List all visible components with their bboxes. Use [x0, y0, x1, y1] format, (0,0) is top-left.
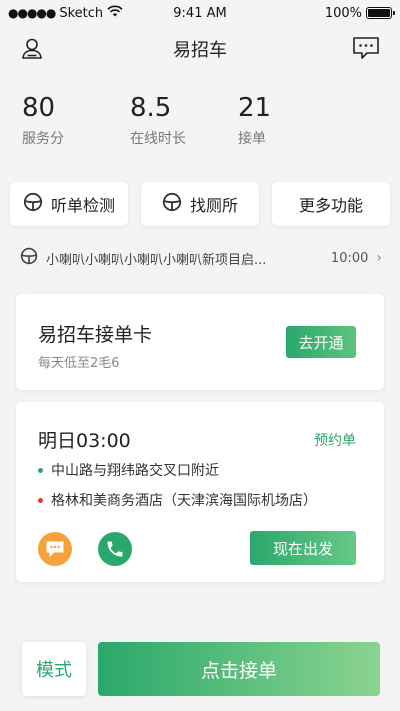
status-right: 100% [324, 5, 395, 21]
stat-label: 在线时长 [130, 131, 186, 147]
order-type-badge: 预约单 [314, 433, 356, 449]
reservation-order-card: 明日03:00 预约单 中山路与翔纬路交叉口附近 格林和美商务酒店（天津滨海国际… [16, 402, 384, 582]
order-time: 明日03:00 [38, 430, 131, 452]
battery-icon [366, 7, 395, 19]
find-toilet-button[interactable]: 找厕所 [141, 182, 259, 226]
dropoff-dot-icon [38, 497, 43, 503]
call-button[interactable] [98, 532, 132, 566]
status-bar: ●●●●● Sketch 9:41 AM 100% [0, 0, 400, 26]
button-label: 更多功能 [298, 196, 363, 215]
stat-service-score: 80 服务分 [22, 92, 130, 148]
quick-actions: 听单检测 找厕所 更多功能 [10, 182, 390, 226]
pickup-dot-icon [38, 467, 43, 473]
chevron-right-icon: › [376, 250, 382, 266]
promo-subtitle: 每天低至2毛6 [38, 356, 120, 371]
notice-text: 小喇叭小喇叭小喇叭小喇叭新项目启... [46, 252, 267, 268]
more-features-button[interactable]: 更多功能 [272, 182, 390, 226]
carrier-name: Sketch [59, 5, 104, 21]
listen-check-button[interactable]: 听单检测 [10, 182, 128, 226]
wifi-icon [107, 5, 123, 21]
mode-button[interactable]: 模式 [22, 642, 86, 696]
pickup-address: 中山路与翔纬路交叉口附近 [38, 460, 219, 480]
button-label: 听单检测 [50, 196, 115, 215]
status-left: ●●●●● Sketch [8, 5, 123, 21]
notice-time: 10:00 [330, 250, 369, 266]
stat-orders: 21 接单 [238, 92, 346, 148]
stat-value: 80 [22, 93, 56, 123]
order-card-promo: 易招车接单卡 每天低至2毛6 去开通 [16, 294, 384, 390]
stat-value: 21 [238, 93, 272, 123]
stat-value: 8.5 [130, 93, 172, 123]
take-order-button[interactable]: 点击接单 [98, 642, 380, 696]
stat-online-hours: 8.5 在线时长 [130, 92, 238, 148]
chat-button[interactable] [38, 532, 72, 566]
depart-now-button[interactable]: 现在出发 [250, 531, 356, 565]
activate-button[interactable]: 去开通 [286, 326, 356, 358]
signal-dots: ●●●●● [8, 6, 56, 20]
stat-label: 接单 [238, 131, 266, 147]
button-label: 找厕所 [189, 196, 238, 215]
stat-label: 服务分 [22, 131, 64, 147]
steering-wheel-icon [23, 192, 43, 216]
dropoff-address: 格林和美商务酒店（天津滨海国际机场店） [38, 490, 317, 510]
phone-icon [107, 541, 123, 557]
message-icon[interactable] [352, 34, 380, 62]
pickup-text: 中山路与翔纬路交叉口附近 [51, 463, 219, 479]
steering-wheel-icon [162, 192, 182, 216]
nav-bar: 易招车 [0, 26, 400, 70]
promo-title: 易招车接单卡 [38, 324, 153, 346]
dropoff-text: 格林和美商务酒店（天津滨海国际机场店） [51, 493, 317, 509]
battery-percent: 100% [324, 5, 362, 21]
page-title: 易招车 [173, 40, 227, 61]
stats-row: 80 服务分 8.5 在线时长 21 接单 [22, 92, 382, 148]
notice-bar[interactable]: 小喇叭小喇叭小喇叭小喇叭新项目启... 10:00 › [20, 244, 382, 272]
chat-icon [46, 541, 64, 557]
steering-wheel-icon [20, 247, 38, 269]
